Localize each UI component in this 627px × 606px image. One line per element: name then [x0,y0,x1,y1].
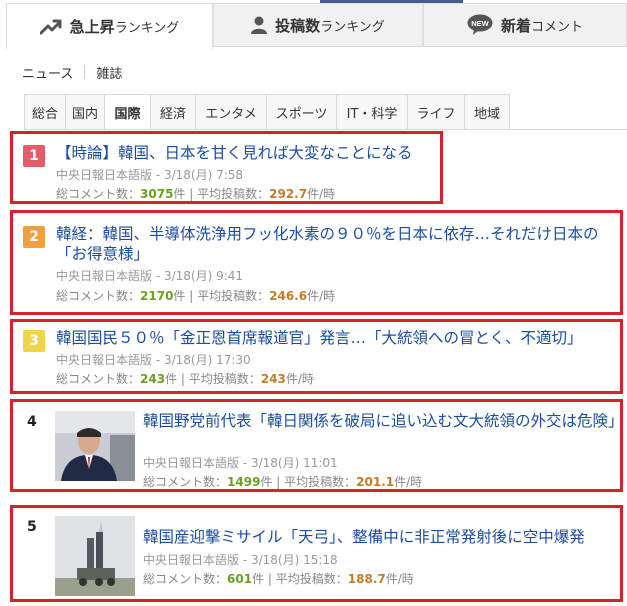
category-tab-sports[interactable]: スポーツ [267,94,337,130]
ranking-item-1[interactable]: 1 【時論】韓国、日本を甘く見れば大変なことになる 中央日報日本語版 - 3/1… [10,131,443,204]
category-tab-region[interactable]: 地域 [465,94,510,130]
rank-number: 5 [27,519,37,535]
avg-posts-value: 246.6 [269,289,308,303]
category-tab-economy[interactable]: 経済 [151,94,196,130]
article-source-date: 中央日報日本語版 - 3/18(月) 17:30 [56,353,251,367]
tab-new-comments-label: 新着 [500,16,531,35]
rank-badge: 1 [23,145,45,167]
category-tab-it-science[interactable]: IT・科学 [337,94,408,130]
category-tabs: 総合 国内 国際 経済 エンタメ スポーツ IT・科学 ライフ 地域 [24,94,510,130]
count-unit: 件 [260,475,273,489]
avg-unit: 件/時 [307,187,336,201]
article-title-link[interactable]: 韓国国民５０％「金正恩首席報道官」発言…「大統領への冒とく、不適切」 [56,328,620,348]
count-unit: 件 [173,187,186,201]
subnav-news[interactable]: ニュース [22,63,73,82]
article-stats: 総コメント数：601件 | 平均投稿数：188.7件/時 [143,572,414,586]
count-unit: 件 [252,572,265,586]
tab-trending-ranking[interactable]: 急上昇ランキング [6,3,213,49]
total-comments-value: 3075 [140,187,174,201]
avg-unit: 件/時 [394,475,423,489]
ranking-item-2[interactable]: 2 韓経：韓国、半導体洗浄用フッ化水素の９０％を日本に依存…それだけ日本の「お得… [10,210,623,315]
category-tab-life[interactable]: ライフ [408,94,465,130]
ranking-type-tabs: 急上昇ランキング 投稿数ランキング NEW 新着コメント [6,3,627,49]
count-unit: 件 [173,289,186,303]
ranking-item-4[interactable]: 4 韓国野党前代表「韓日関係を破局に追い込む文大統領の外交は危険」 中央日報日本… [10,399,624,492]
total-comments-value: 243 [140,372,166,386]
subnav-divider [84,65,86,79]
tab-post-count-label-small: ランキング [320,19,385,35]
article-title-link[interactable]: 韓国産迎撃ミサイル「天弓」、整備中に非正常発射後に空中爆発 [143,527,618,547]
avg-posts-label: 平均投稿数： [197,187,270,201]
ranking-item-3[interactable]: 3 韓国国民５０％「金正恩首席報道官」発言…「大統領への冒とく、不適切」 中央日… [10,319,623,394]
article-title-link[interactable]: 韓国野党前代表「韓日関係を破局に追い込む文大統領の外交は危険」 [143,411,624,431]
tab-new-comments[interactable]: NEW 新着コメント [423,3,627,47]
tab-trending-label-small: ランキング [114,21,180,36]
article-stats: 総コメント数：2170件 | 平均投稿数：246.6件/時 [56,289,336,303]
article-source-date: 中央日報日本語版 - 3/18(月) 11:01 [143,456,338,470]
article-source-date: 中央日報日本語版 - 3/18(月) 15:18 [143,553,338,567]
category-tab-general[interactable]: 総合 [24,94,66,130]
article-thumbnail[interactable] [55,411,135,481]
trend-up-icon [39,19,62,35]
avg-unit: 件/時 [285,372,314,386]
total-comments-label: 総コメント数： [143,572,228,586]
total-comments-value: 1499 [227,475,261,489]
svg-text:NEW: NEW [471,19,489,28]
category-tab-entertainment[interactable]: エンタメ [196,94,267,130]
avg-posts-value: 292.7 [269,187,308,201]
subnav-magazine[interactable]: 雑誌 [96,63,122,82]
media-subnav: ニュース 雑誌 [22,62,122,82]
avg-posts-value: 188.7 [347,572,386,586]
rank-badge: 3 [23,330,45,352]
avg-unit: 件/時 [307,289,336,303]
total-comments-label: 総コメント数： [56,187,141,201]
article-thumbnail[interactable] [55,516,135,596]
article-source-date: 中央日報日本語版 - 3/18(月) 7:58 [56,168,244,182]
category-tab-domestic[interactable]: 国内 [66,94,105,130]
category-tab-international[interactable]: 国際 [105,94,151,130]
avg-unit: 件/時 [385,572,414,586]
avg-posts-value: 201.1 [356,475,395,489]
article-title-link[interactable]: 【時論】韓国、日本を甘く見れば大変なことになる [56,143,436,163]
total-comments-label: 総コメント数： [143,475,228,489]
avg-posts-value: 243 [260,372,286,386]
avg-posts-label: 平均投稿数： [188,372,261,386]
total-comments-label: 総コメント数： [56,289,141,303]
article-stats: 総コメント数：1499件 | 平均投稿数：201.1件/時 [143,475,423,489]
tab-new-comments-label-small: コメント [531,19,584,35]
rank-number: 4 [27,414,37,430]
tab-post-count-ranking[interactable]: 投稿数ランキング [213,3,423,47]
avg-posts-label: 平均投稿数： [275,572,348,586]
count-unit: 件 [165,372,178,386]
article-stats: 総コメント数：243件 | 平均投稿数：243件/時 [56,372,314,386]
tab-post-count-label: 投稿数 [275,16,321,35]
avg-posts-label: 平均投稿数： [284,475,357,489]
rank-badge: 2 [23,226,45,248]
total-comments-value: 601 [227,572,253,586]
article-title-link[interactable]: 韓経：韓国、半導体洗浄用フッ化水素の９０％を日本に依存…それだけ日本の「お得意様… [56,224,620,264]
avg-posts-label: 平均投稿数： [197,289,270,303]
article-source-date: 中央日報日本語版 - 3/18(月) 9:41 [56,269,244,283]
new-badge-icon: NEW [467,14,493,36]
tab-trending-label: 急上昇 [69,18,115,36]
category-tabs-underline [24,129,627,130]
total-comments-value: 2170 [140,289,174,303]
user-icon [251,16,268,34]
ranking-item-5[interactable]: 5 韓国産迎撃ミサイル「天弓」、整備中に非正常発射後に空中爆発 中央日報日本語版… [10,505,623,602]
article-stats: 総コメント数：3075件 | 平均投稿数：292.7件/時 [56,187,336,201]
total-comments-label: 総コメント数： [56,372,141,386]
